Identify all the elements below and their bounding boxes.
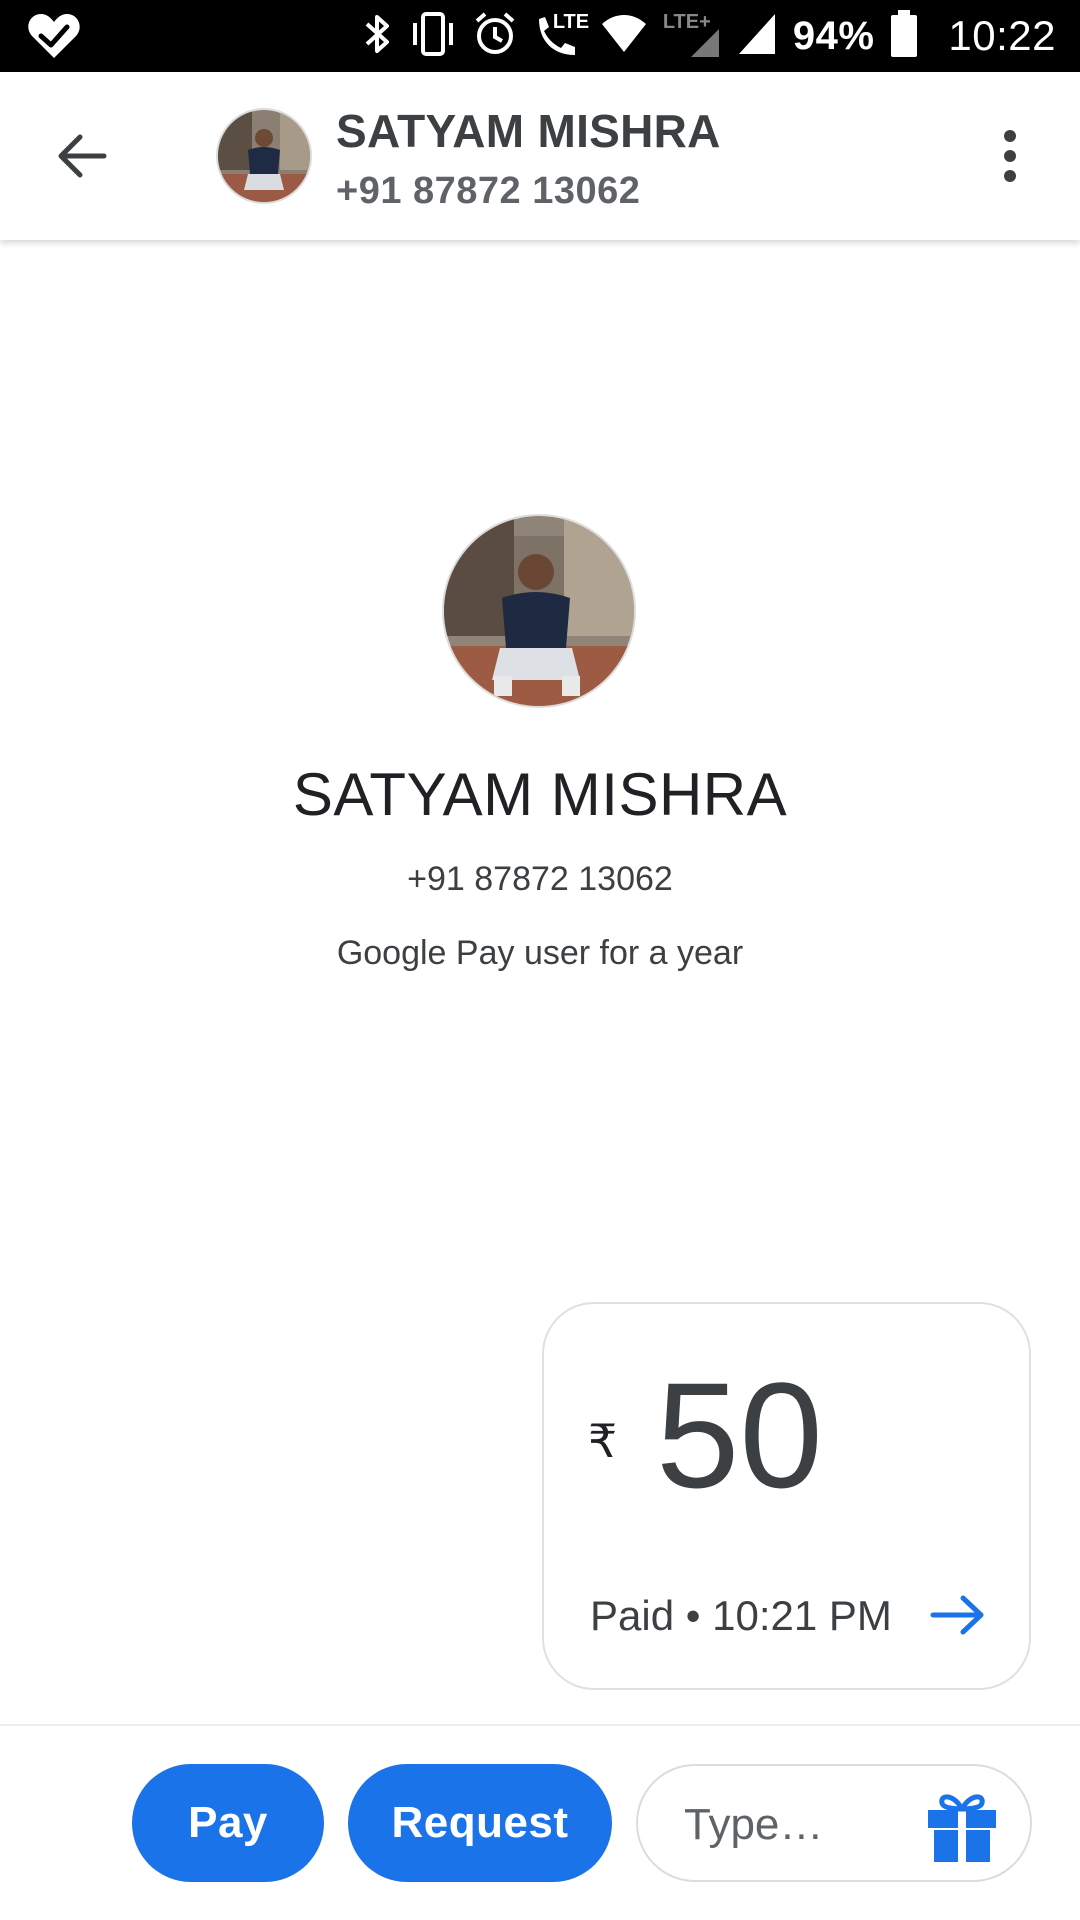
payment-card[interactable]: ₹ 50 Paid • 10:21 PM xyxy=(542,1302,1031,1690)
avatar[interactable] xyxy=(216,108,312,204)
header-contact-phone: +91 87872 13062 xyxy=(336,170,641,212)
heart-check-icon xyxy=(26,12,82,60)
bluetooth-icon xyxy=(363,11,393,62)
volte-call-icon: LTE xyxy=(533,11,589,59)
status-bar: LTE LTE+ 94% 10:22 xyxy=(0,0,1080,72)
lte-call-label: LTE xyxy=(552,11,590,33)
app-bar: SATYAM MISHRA +91 87872 13062 xyxy=(0,72,1080,240)
pay-button[interactable]: Pay xyxy=(132,1764,324,1882)
payment-status: Paid • 10:21 PM xyxy=(590,1592,892,1639)
profile-member-since: Google Pay user for a year xyxy=(336,934,744,972)
status-time: 10:22 xyxy=(948,12,1056,59)
vibrate-icon xyxy=(409,11,457,62)
more-options-button[interactable] xyxy=(980,116,1040,200)
more-vert-icon xyxy=(1002,129,1018,187)
request-button[interactable]: Request xyxy=(348,1764,612,1882)
payment-amount: 50 xyxy=(656,1351,823,1519)
profile-name: SATYAM MISHRA xyxy=(292,761,788,828)
currency-symbol: ₹ xyxy=(588,1415,618,1467)
battery-percentage: 94% xyxy=(792,13,875,58)
gift-icon[interactable] xyxy=(924,1788,1000,1864)
back-button[interactable] xyxy=(40,116,124,200)
bottom-divider xyxy=(0,1724,1080,1726)
arrow-back-icon xyxy=(56,132,108,185)
message-field xyxy=(636,1764,1032,1882)
profile-phone: +91 87872 13062 xyxy=(407,860,673,898)
contact-avatar-large xyxy=(442,514,636,708)
battery-icon xyxy=(890,9,918,63)
header-contact-name: SATYAM MISHRA xyxy=(336,105,721,157)
alarm-icon xyxy=(473,11,517,62)
lte-plus-signal-icon: LTE+ xyxy=(663,11,721,59)
message-input[interactable] xyxy=(682,1790,902,1860)
signal-icon xyxy=(737,12,777,61)
arrow-forward-icon xyxy=(929,1590,987,1640)
wifi-icon xyxy=(601,14,647,59)
